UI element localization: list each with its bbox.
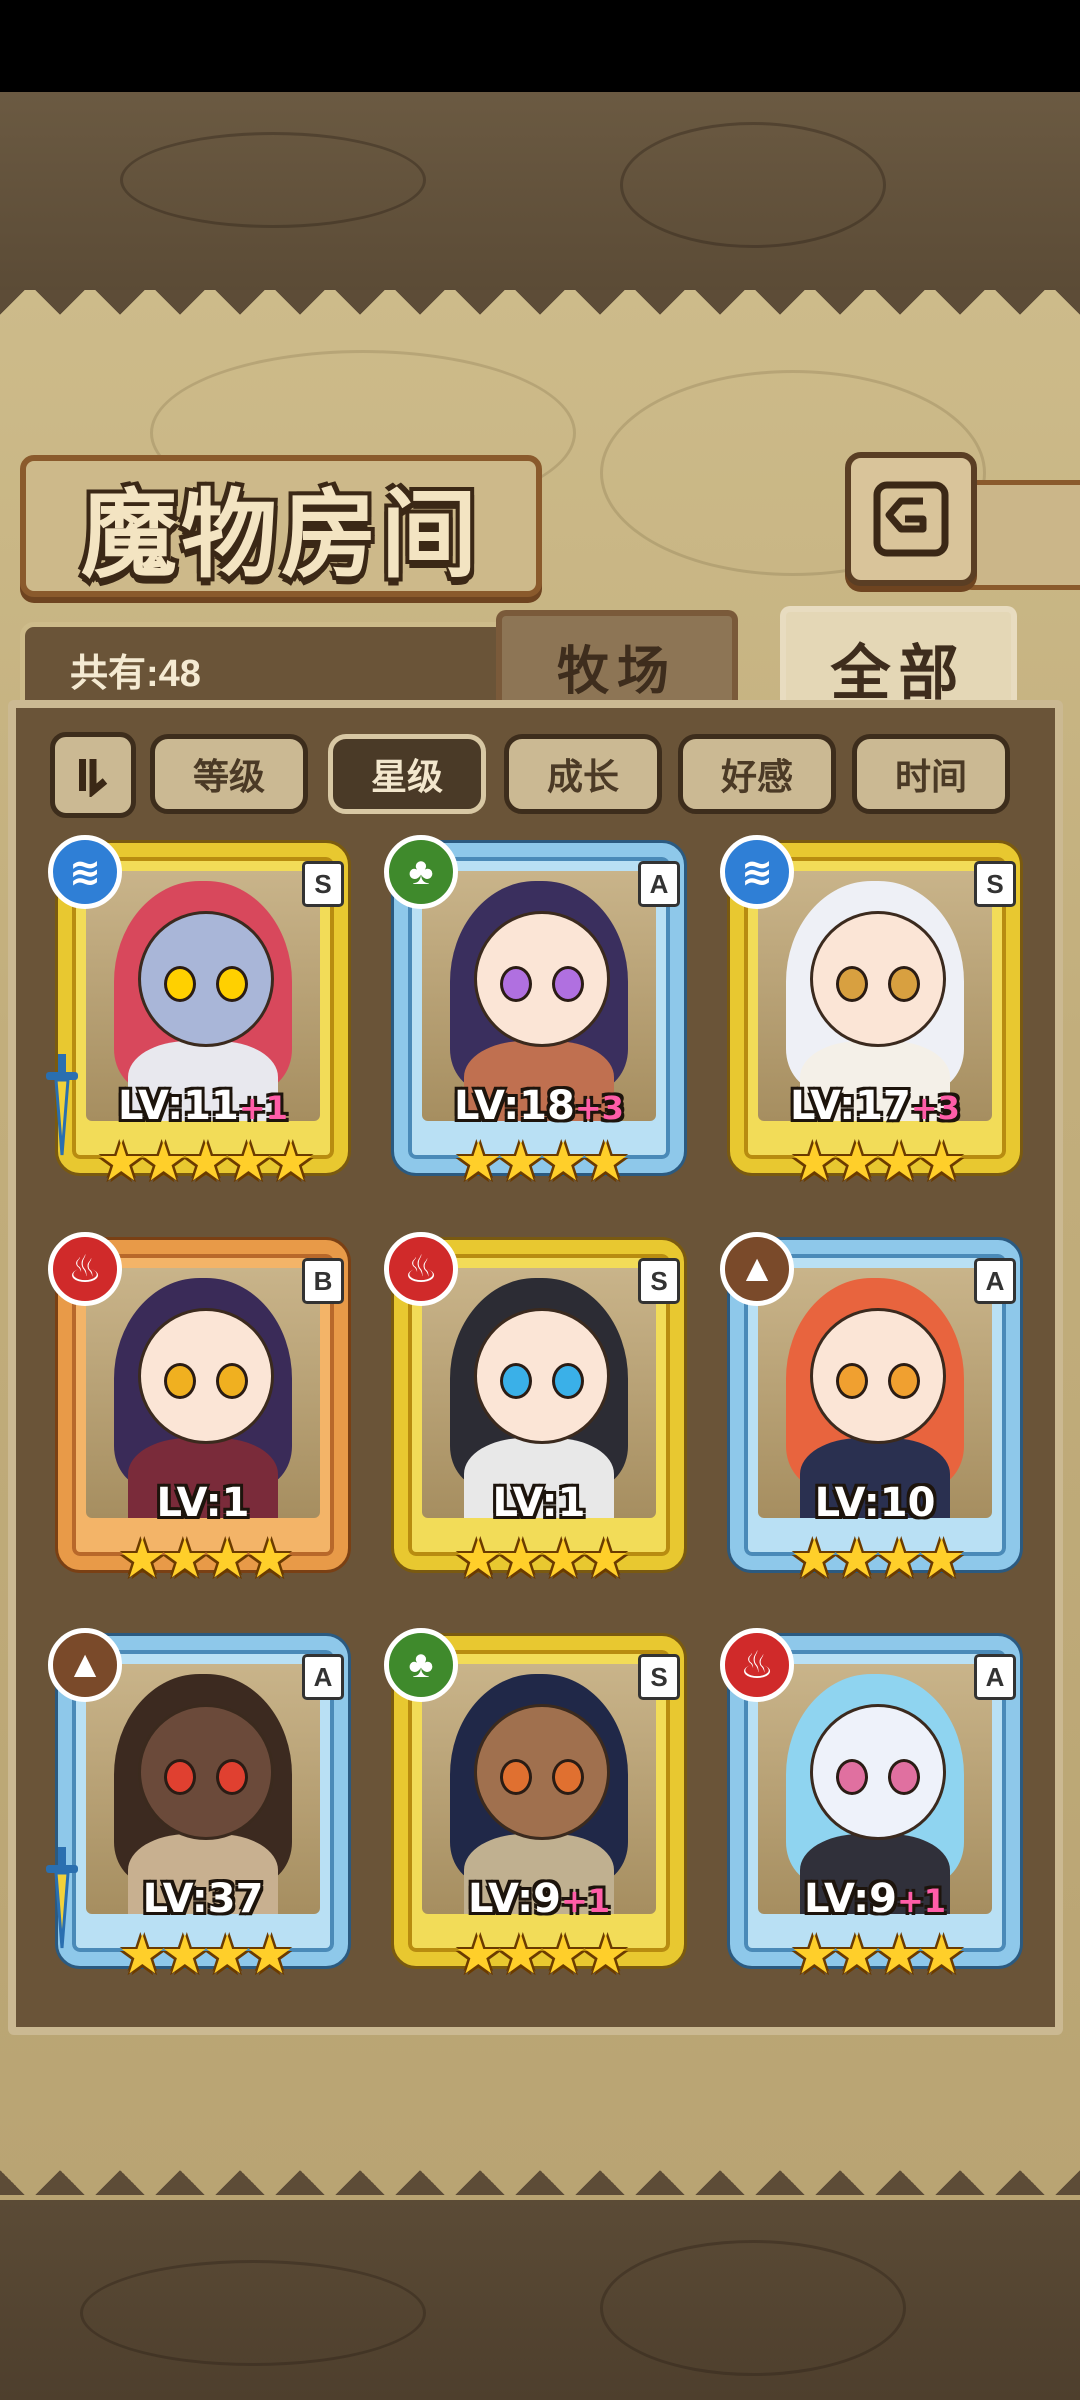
rank-badge: A xyxy=(638,861,680,907)
sort-order-toggle[interactable] xyxy=(50,732,136,818)
back-button-rail xyxy=(960,480,1080,590)
rank-badge: A xyxy=(302,1654,344,1700)
wood-icon: ♣ xyxy=(384,835,458,909)
sort-by-growth-button[interactable]: 成长 xyxy=(504,734,662,814)
monster-level: LV:10 xyxy=(720,1480,1030,1526)
map-background-top xyxy=(0,92,1080,292)
monster-card[interactable]: ♣ S LV:9+1 ★★★★ xyxy=(384,1628,694,1988)
rank-badge: B xyxy=(302,1258,344,1304)
level-value: LV:1 xyxy=(156,1480,250,1526)
monster-card[interactable]: ▲ A LV:10 ★★★★ xyxy=(720,1232,1030,1592)
star-rating: ★★★★ xyxy=(790,1132,966,1192)
sort-by-affection-button[interactable]: 好感 xyxy=(678,734,836,814)
zigzag-border-bottom xyxy=(0,2155,1080,2195)
star-rating: ★★★★★ xyxy=(96,1132,315,1192)
star-rating: ★★★★ xyxy=(454,1132,630,1192)
star-rating: ★★★★ xyxy=(790,1925,966,1985)
monster-card[interactable]: ♨ A LV:9+1 ★★★★ xyxy=(720,1628,1030,1988)
fire-icon: ♨ xyxy=(384,1232,458,1306)
monster-level: LV:18+3 xyxy=(384,1083,694,1129)
sort-order-icon xyxy=(79,759,108,797)
level-bonus: +3 xyxy=(574,1089,624,1127)
sort-by-level-button[interactable]: 等级 xyxy=(150,734,308,814)
water-icon: ≋ xyxy=(48,835,122,909)
monster-level: LV:1 xyxy=(48,1480,358,1526)
monster-card[interactable]: ♣ A LV:18+3 ★★★★ xyxy=(384,835,694,1195)
monster-card[interactable]: ♨ S LV:1 ★★★★ xyxy=(384,1232,694,1592)
monster-level: LV:11+1 xyxy=(48,1083,358,1129)
level-value: LV:37 xyxy=(142,1876,264,1922)
sort-by-time-button[interactable]: 时间 xyxy=(852,734,1010,814)
earth-icon: ▲ xyxy=(48,1628,122,1702)
rank-badge: S xyxy=(638,1258,680,1304)
monster-count: 共有:48 xyxy=(70,653,201,695)
monster-level: LV:1 xyxy=(384,1480,694,1526)
level-value: LV:18 xyxy=(454,1083,575,1129)
level-bonus: +3 xyxy=(910,1089,960,1127)
title-plate: 魔物房间 xyxy=(20,455,542,597)
status-bar xyxy=(0,0,1080,92)
level-value: LV:17 xyxy=(790,1083,911,1129)
monster-card[interactable]: ▲ A LV:37 ★★★★ xyxy=(46,1628,358,1988)
rank-badge: A xyxy=(974,1654,1016,1700)
star-rating: ★★★★ xyxy=(118,1529,294,1589)
back-button[interactable] xyxy=(845,452,977,586)
level-value: LV:9 xyxy=(467,1876,561,1922)
rank-badge: S xyxy=(974,861,1016,907)
monster-card[interactable]: ≋ S LV:11+1 ★★★★★ xyxy=(46,835,358,1195)
rank-badge: S xyxy=(302,861,344,907)
map-background-bottom xyxy=(0,2200,1080,2400)
monster-level: LV:9+1 xyxy=(384,1876,694,1922)
water-icon: ≋ xyxy=(720,835,794,909)
level-value: LV:9 xyxy=(803,1876,897,1922)
return-arrow-icon xyxy=(873,481,949,557)
sort-by-star-button[interactable]: 星级 xyxy=(328,734,486,814)
level-value: LV:10 xyxy=(814,1480,936,1526)
star-rating: ★★★★ xyxy=(790,1529,966,1589)
fire-icon: ♨ xyxy=(48,1232,122,1306)
wood-icon: ♣ xyxy=(384,1628,458,1702)
monster-card[interactable]: ♨ B LV:1 ★★★★ xyxy=(48,1232,358,1592)
star-rating: ★★★★ xyxy=(454,1529,630,1589)
fire-icon: ♨ xyxy=(720,1628,794,1702)
level-value: LV:11 xyxy=(118,1083,239,1129)
page-title: 魔物房间 xyxy=(81,477,481,591)
monster-level: LV:9+1 xyxy=(720,1876,1030,1922)
level-value: LV:1 xyxy=(492,1480,586,1526)
monster-level: LV:17+3 xyxy=(720,1083,1030,1129)
star-rating: ★★★★ xyxy=(454,1925,630,1985)
zigzag-border-top xyxy=(0,290,1080,330)
level-bonus: +1 xyxy=(560,1882,611,1920)
level-bonus: +1 xyxy=(896,1882,947,1920)
rank-badge: S xyxy=(638,1654,680,1700)
star-rating: ★★★★ xyxy=(118,1925,294,1985)
level-bonus: +1 xyxy=(238,1089,288,1127)
earth-icon: ▲ xyxy=(720,1232,794,1306)
rank-badge: A xyxy=(974,1258,1016,1304)
monster-level: LV:37 xyxy=(48,1876,358,1922)
monster-card[interactable]: ≋ S LV:17+3 ★★★★ xyxy=(720,835,1030,1195)
